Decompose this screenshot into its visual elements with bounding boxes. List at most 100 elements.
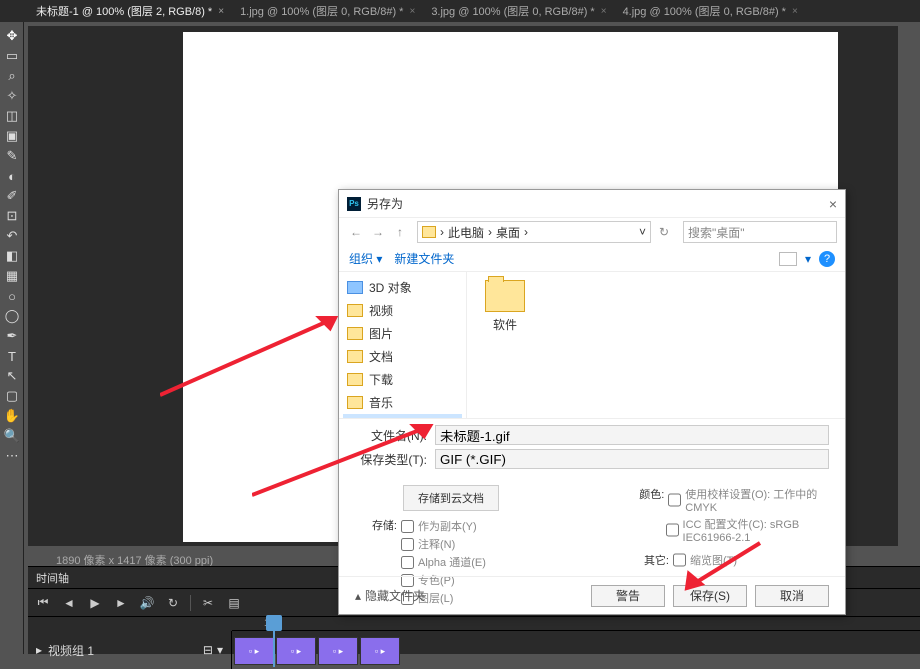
ps-icon: Ps <box>347 197 361 211</box>
lasso-tool[interactable]: ⌕ <box>0 66 24 86</box>
track-menu-icon[interactable]: ▾ <box>217 643 223 657</box>
folder-tree: 3D 对象 视频 图片 文档 下载 音乐 桌面 <box>339 272 467 418</box>
frame-thumb[interactable]: ▫ ▸ <box>276 637 316 665</box>
tree-music[interactable]: 音乐 <box>343 391 462 414</box>
playhead[interactable] <box>266 615 282 631</box>
tree-3d-objects[interactable]: 3D 对象 <box>343 276 462 299</box>
path-bar[interactable]: › 此电脑 › 桌面 › ˅ <box>417 221 651 243</box>
filename-input[interactable] <box>435 425 829 445</box>
hide-folders-toggle[interactable]: ▴ 隐藏文件夹 <box>355 587 425 604</box>
file-list[interactable]: 软件 <box>467 272 845 418</box>
cancel-button[interactable]: 取消 <box>755 585 829 607</box>
tab-untitled[interactable]: 未标题-1 @ 100% (图层 2, RGB/8) *× <box>28 0 232 22</box>
tab-1jpg[interactable]: 1.jpg @ 100% (图层 0, RGB/8#) *× <box>232 0 423 22</box>
loop-icon[interactable]: ↻ <box>164 594 182 612</box>
help-icon[interactable]: ? <box>819 251 835 267</box>
track-frames[interactable]: ▫ ▸ ▫ ▸ ▫ ▸ ▫ ▸ <box>232 631 400 669</box>
more-tools[interactable]: ⋯ <box>0 446 24 466</box>
play-icon[interactable]: ▶ <box>86 594 104 612</box>
path-segment[interactable]: 此电脑 <box>448 224 484 241</box>
timeline-ruler[interactable]: 10f <box>232 617 920 631</box>
tree-pictures[interactable]: 图片 <box>343 322 462 345</box>
other-label: 其它: <box>635 552 669 568</box>
up-icon[interactable]: ↑ <box>391 223 409 241</box>
tree-downloads[interactable]: 下载 <box>343 368 462 391</box>
checkbox-label: ICC 配置文件(C): sRGB IEC61966-2.1 <box>683 516 829 544</box>
crop-tool[interactable]: ◫ <box>0 106 24 126</box>
nav-bar: ← → ↑ › 此电脑 › 桌面 › ˅ ↻ 搜索"桌面" <box>339 218 845 246</box>
tree-label: 桌面 <box>369 417 393 418</box>
folder-icon <box>422 226 436 238</box>
frame-tool[interactable]: ▣ <box>0 126 24 146</box>
organize-menu[interactable]: 组织 ▾ <box>349 250 382 267</box>
goto-first-icon[interactable]: ⏮ <box>34 594 52 612</box>
track-opts-icon[interactable]: ⊟ <box>203 643 213 657</box>
tree-documents[interactable]: 文档 <box>343 345 462 368</box>
forward-icon[interactable]: → <box>369 223 387 241</box>
next-frame-icon[interactable]: ► <box>112 594 130 612</box>
frame-thumb[interactable]: ▫ ▸ <box>318 637 358 665</box>
brush-tool[interactable]: ✐ <box>0 186 24 206</box>
pen-tool[interactable]: ✒ <box>0 326 24 346</box>
close-icon[interactable]: × <box>792 6 798 17</box>
stamp-tool[interactable]: ⊡ <box>0 206 24 226</box>
gradient-tool[interactable]: ▦ <box>0 266 24 286</box>
warning-button[interactable]: 警告 <box>591 585 665 607</box>
frame-thumb[interactable]: ▫ ▸ <box>234 637 274 665</box>
tree-videos[interactable]: 视频 <box>343 299 462 322</box>
annotations-checkbox[interactable] <box>401 538 414 551</box>
close-icon[interactable]: × <box>409 6 415 17</box>
tab-3jpg[interactable]: 3.jpg @ 100% (图层 0, RGB/8#) *× <box>423 0 614 22</box>
color-label: 颜色: <box>635 486 664 514</box>
back-icon[interactable]: ← <box>347 223 365 241</box>
eyedropper-tool[interactable]: ✎ <box>0 146 24 166</box>
filetype-select[interactable] <box>435 449 829 469</box>
new-folder-button[interactable]: 新建文件夹 <box>394 250 454 267</box>
thumbnail-checkbox[interactable] <box>673 552 686 568</box>
refresh-icon[interactable]: ↻ <box>655 223 673 241</box>
eraser-tool[interactable]: ◧ <box>0 246 24 266</box>
search-input[interactable]: 搜索"桌面" <box>683 221 837 243</box>
marquee-tool[interactable]: ▭ <box>0 46 24 66</box>
save-button[interactable]: 保存(S) <box>673 585 747 607</box>
folder-name: 软件 <box>493 316 517 333</box>
zoom-tool[interactable]: 🔍 <box>0 426 24 446</box>
audio-icon[interactable]: 🔊 <box>138 594 156 612</box>
folder-icon <box>347 327 363 340</box>
folder-icon <box>347 304 363 317</box>
dodge-tool[interactable]: ◯ <box>0 306 24 326</box>
healing-tool[interactable]: ◐ <box>0 166 24 186</box>
icc-checkbox[interactable] <box>666 516 679 544</box>
dialog-titlebar[interactable]: Ps 另存为 × <box>339 190 845 218</box>
tree-label: 文档 <box>369 348 393 365</box>
tab-4jpg[interactable]: 4.jpg @ 100% (图层 0, RGB/8#) *× <box>615 0 806 22</box>
save-to-cloud-button[interactable]: 存储到云文档 <box>403 485 499 511</box>
cut-icon[interactable]: ✂ <box>199 594 217 612</box>
toolbox: ✥ ▭ ⌕ ✧ ◫ ▣ ✎ ◐ ✐ ⊡ ↶ ◧ ▦ ○ ◯ ✒ T ↖ ▢ ✋ … <box>0 22 24 654</box>
transition-icon[interactable]: ▤ <box>225 594 243 612</box>
tree-label: 视频 <box>369 302 393 319</box>
document-tabs: 未标题-1 @ 100% (图层 2, RGB/8) *× 1.jpg @ 10… <box>0 0 920 22</box>
blur-tool[interactable]: ○ <box>0 286 24 306</box>
prev-frame-icon[interactable]: ◄ <box>60 594 78 612</box>
shape-tool[interactable]: ▢ <box>0 386 24 406</box>
proof-checkbox[interactable] <box>668 486 681 514</box>
track-label[interactable]: ▸ 视频组 1 ⊟▾ <box>28 631 232 669</box>
path-segment[interactable]: 桌面 <box>496 224 520 241</box>
alpha-checkbox[interactable] <box>401 556 414 569</box>
wand-tool[interactable]: ✧ <box>0 86 24 106</box>
as-copy-checkbox[interactable] <box>401 520 414 533</box>
tree-desktop[interactable]: 桌面 <box>343 414 462 418</box>
frame-thumb[interactable]: ▫ ▸ <box>360 637 400 665</box>
history-brush-tool[interactable]: ↶ <box>0 226 24 246</box>
hand-tool[interactable]: ✋ <box>0 406 24 426</box>
path-tool[interactable]: ↖ <box>0 366 24 386</box>
close-icon[interactable]: × <box>218 6 224 17</box>
save-as-dialog: Ps 另存为 × ← → ↑ › 此电脑 › 桌面 › ˅ ↻ 搜索"桌面" 组… <box>338 189 846 615</box>
close-icon[interactable]: × <box>601 6 607 17</box>
folder-item[interactable]: 软件 <box>481 280 529 333</box>
close-icon[interactable]: × <box>829 196 837 212</box>
move-tool[interactable]: ✥ <box>0 26 24 46</box>
view-options-icon[interactable] <box>779 252 797 266</box>
type-tool[interactable]: T <box>0 346 24 366</box>
